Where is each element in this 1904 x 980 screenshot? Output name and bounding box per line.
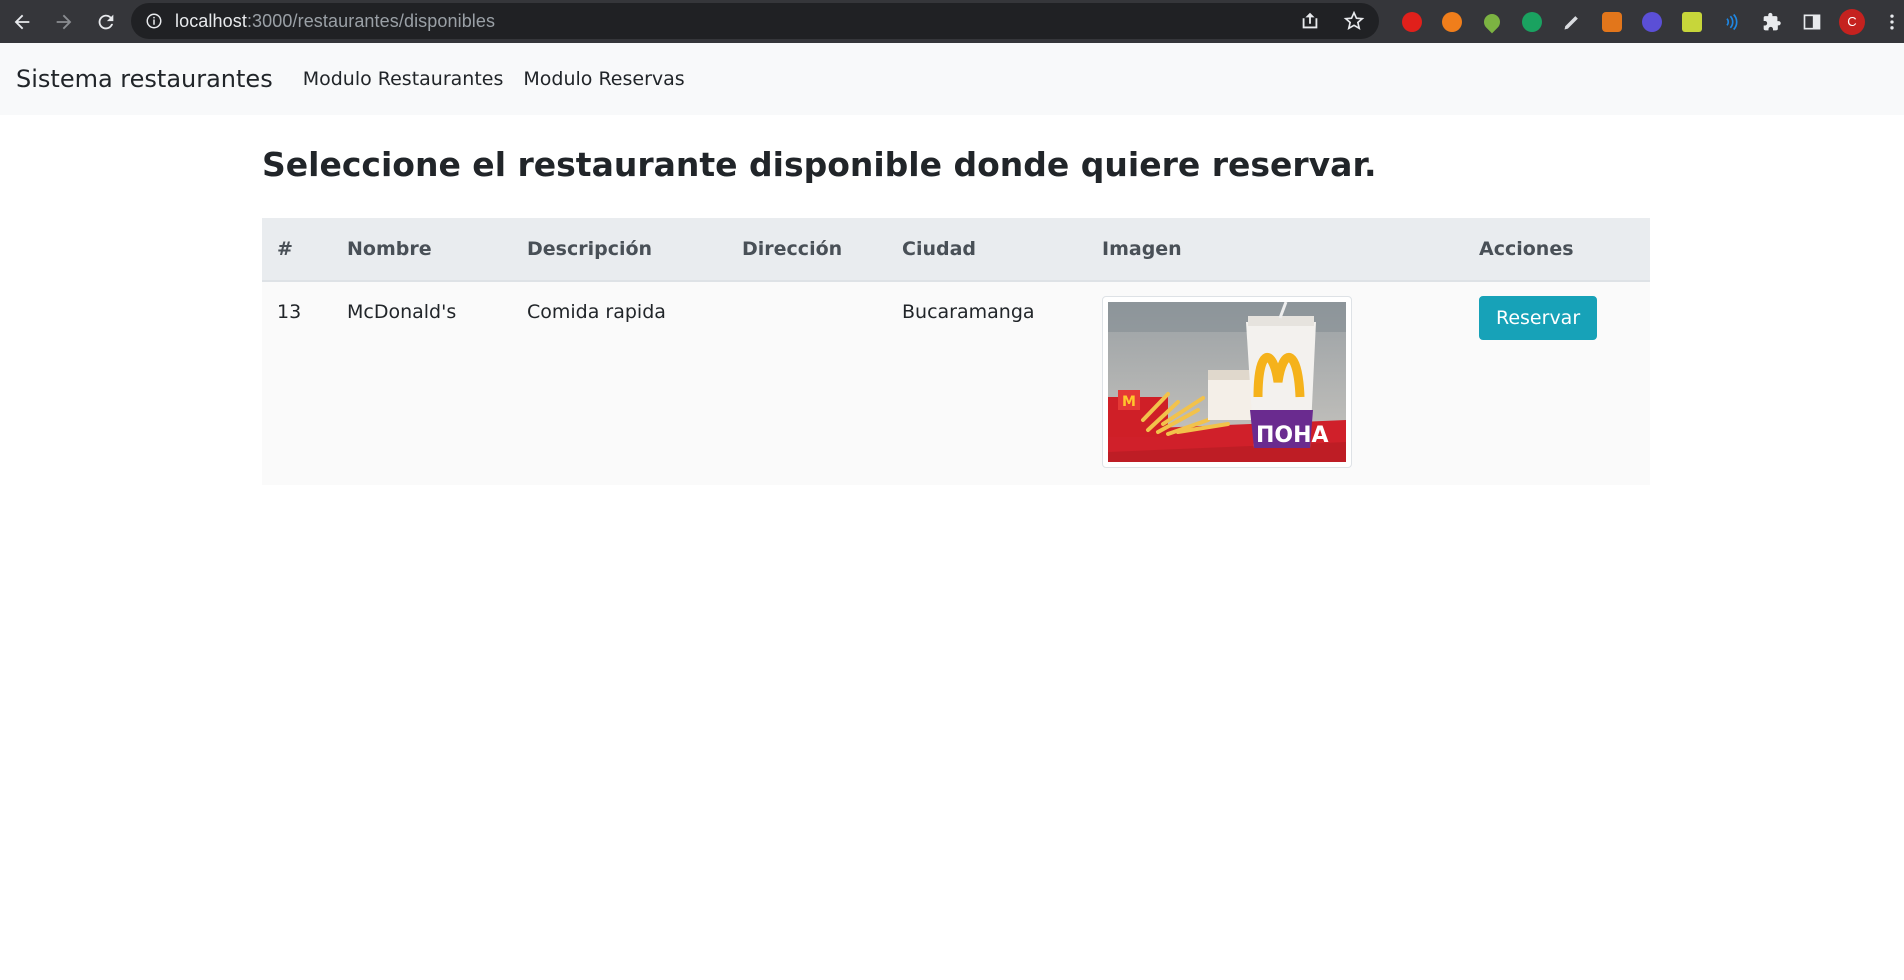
nav-link-modulo-reservas[interactable]: Modulo Reservas bbox=[523, 68, 684, 90]
url-path: :3000/restaurantes/disponibles bbox=[246, 10, 496, 31]
extension-yellow[interactable] bbox=[1672, 2, 1712, 42]
url-text[interactable]: localhost:3000/restaurantes/disponibles bbox=[175, 11, 495, 32]
yellow-square-icon bbox=[1682, 11, 1702, 32]
extension-location[interactable] bbox=[1472, 2, 1512, 42]
extension-purple[interactable] bbox=[1632, 2, 1672, 42]
extension-orange[interactable] bbox=[1432, 2, 1472, 42]
browser-toolbar: localhost:3000/restaurantes/disponibles … bbox=[0, 0, 1904, 43]
restaurants-table: # Nombre Descripción Dirección Ciudad Im… bbox=[262, 217, 1650, 485]
star-icon[interactable] bbox=[1343, 10, 1365, 32]
column-header-nombre: Nombre bbox=[332, 217, 512, 282]
navbar: Sistema restaurantes Modulo Restaurantes… bbox=[0, 43, 1904, 115]
side-panel-button[interactable] bbox=[1792, 2, 1832, 42]
extension-metamask[interactable] bbox=[1592, 2, 1632, 42]
extension-wireless[interactable] bbox=[1712, 2, 1752, 42]
cell-acciones: Reservar bbox=[1464, 280, 1650, 485]
navbar-brand[interactable]: Sistema restaurantes bbox=[16, 65, 273, 93]
column-header-descripcion: Descripción bbox=[512, 217, 727, 282]
adblock-icon bbox=[1402, 11, 1422, 32]
reload-icon bbox=[98, 14, 114, 29]
back-button[interactable] bbox=[2, 2, 42, 42]
wireless-icon bbox=[1726, 13, 1738, 30]
orange-extension-icon bbox=[1442, 11, 1462, 32]
cell-ciudad: Bucaramanga bbox=[887, 280, 1087, 485]
url-host: localhost bbox=[175, 10, 247, 31]
fox-icon bbox=[1602, 11, 1622, 32]
table-header-row: # Nombre Descripción Dirección Ciudad Im… bbox=[262, 217, 1650, 282]
reload-button[interactable] bbox=[86, 2, 126, 42]
svg-text:ПОНА: ПОНА bbox=[1256, 423, 1329, 448]
reservar-button[interactable]: Reservar bbox=[1479, 295, 1598, 340]
purple-face-icon bbox=[1642, 11, 1662, 32]
main-content: Seleccione el restaurante disponible don… bbox=[262, 115, 1650, 485]
table-row: 13 McDonald's Comida rapida Bucaramanga bbox=[262, 280, 1650, 485]
restaurant-photo: M ПОНА bbox=[1108, 301, 1346, 462]
info-icon[interactable] bbox=[145, 12, 163, 30]
forward-icon bbox=[56, 14, 72, 29]
location-pin-icon bbox=[1480, 10, 1504, 33]
cell-imagen: M ПОНА bbox=[1087, 280, 1464, 485]
column-header-acciones: Acciones bbox=[1464, 217, 1650, 282]
svg-text:M: M bbox=[1122, 394, 1136, 410]
column-header-imagen: Imagen bbox=[1087, 217, 1464, 282]
forward-button[interactable] bbox=[44, 2, 84, 42]
side-panel-icon bbox=[1803, 14, 1821, 29]
chat-bubble-icon bbox=[1522, 11, 1542, 32]
address-bar[interactable]: localhost:3000/restaurantes/disponibles bbox=[131, 3, 1379, 39]
cell-nombre: McDonald's bbox=[332, 280, 512, 485]
back-icon bbox=[14, 14, 30, 29]
column-header-ciudad: Ciudad bbox=[887, 217, 1087, 282]
extension-chat[interactable] bbox=[1512, 2, 1552, 42]
cell-id: 13 bbox=[262, 280, 332, 485]
nav-link-modulo-restaurantes[interactable]: Modulo Restaurantes bbox=[303, 68, 504, 90]
extension-pen[interactable] bbox=[1552, 2, 1592, 42]
extension-adblock[interactable] bbox=[1392, 2, 1432, 42]
pen-icon bbox=[1564, 15, 1578, 29]
restaurant-image-thumbnail: M ПОНА bbox=[1102, 295, 1352, 468]
more-icon bbox=[1890, 14, 1894, 29]
profile-button[interactable]: C bbox=[1832, 2, 1872, 42]
column-header-direccion: Dirección bbox=[727, 217, 887, 282]
cell-descripcion: Comida rapida bbox=[512, 280, 727, 485]
extensions-area: C bbox=[1392, 0, 1904, 43]
avatar: C bbox=[1839, 8, 1865, 35]
page-title: Seleccione el restaurante disponible don… bbox=[262, 145, 1377, 184]
cell-direccion bbox=[727, 280, 887, 485]
puzzle-icon bbox=[1763, 12, 1781, 30]
share-icon[interactable] bbox=[1299, 10, 1321, 32]
menu-button[interactable] bbox=[1872, 2, 1904, 42]
extensions-button[interactable] bbox=[1752, 2, 1792, 42]
column-header-id: # bbox=[262, 217, 332, 282]
